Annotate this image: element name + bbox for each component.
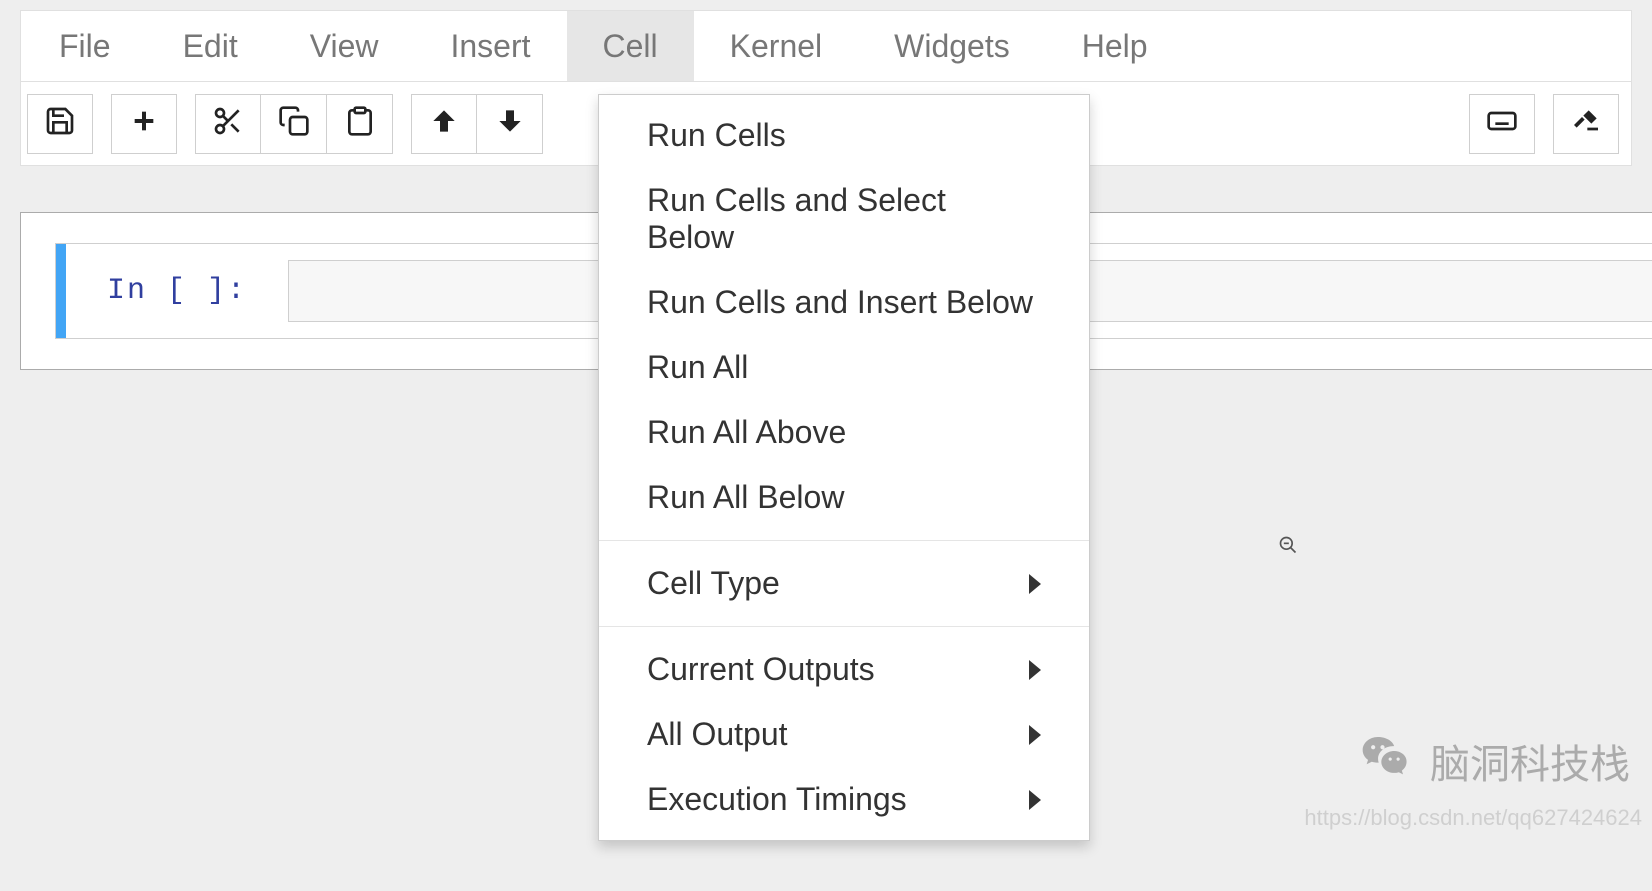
menu-run-all-below[interactable]: Run All Below (599, 465, 1089, 530)
menu-cell-type[interactable]: Cell Type (599, 551, 1089, 616)
watermark-text: 脑洞科技栈 (1430, 732, 1630, 790)
watermark-url: https://blog.csdn.net/qq627424624 (1304, 805, 1642, 831)
command-palette-button[interactable] (1469, 94, 1535, 154)
menu-cell[interactable]: Cell (567, 11, 694, 81)
toolbar-group-save (27, 94, 93, 154)
menu-run-all-above[interactable]: Run All Above (599, 400, 1089, 465)
menubar: File Edit View Insert Cell Kernel Widget… (20, 10, 1632, 82)
cell-prompt: In [ ]: (66, 244, 288, 338)
gavel-icon (1570, 105, 1602, 142)
menu-divider (599, 626, 1089, 627)
paste-icon (344, 105, 376, 142)
chevron-right-icon (1029, 660, 1041, 680)
menu-edit[interactable]: Edit (147, 11, 274, 81)
menu-help[interactable]: Help (1046, 11, 1184, 81)
toolbar-group-right2 (1553, 94, 1619, 154)
menu-run-cells-insert-below[interactable]: Run Cells and Insert Below (599, 270, 1089, 335)
toolbar-group-clipboard (195, 94, 393, 154)
menu-run-all[interactable]: Run All (599, 335, 1089, 400)
zoom-out-cursor-icon (1278, 535, 1298, 560)
add-cell-button[interactable] (111, 94, 177, 154)
plus-icon (128, 105, 160, 142)
toolbar-group-right1 (1469, 94, 1535, 154)
cell-dropdown-menu: Run Cells Run Cells and Select Below Run… (598, 94, 1090, 841)
gavel-button[interactable] (1553, 94, 1619, 154)
menu-execution-timings[interactable]: Execution Timings (599, 767, 1089, 832)
menu-run-cells[interactable]: Run Cells (599, 103, 1089, 168)
menu-divider (599, 540, 1089, 541)
arrow-down-icon (494, 105, 526, 142)
cut-button[interactable] (195, 94, 261, 154)
menu-insert[interactable]: Insert (414, 11, 566, 81)
move-down-button[interactable] (477, 94, 543, 154)
arrow-up-icon (428, 105, 460, 142)
move-up-button[interactable] (411, 94, 477, 154)
watermark: 脑洞科技栈 (1358, 730, 1630, 791)
copy-button[interactable] (261, 94, 327, 154)
paste-button[interactable] (327, 94, 393, 154)
menu-run-cells-select-below[interactable]: Run Cells and Select Below (599, 168, 1089, 270)
copy-icon (278, 105, 310, 142)
wechat-icon (1358, 730, 1414, 791)
cell-selection-indicator (56, 244, 66, 338)
jupyter-notebook-app: File Edit View Insert Cell Kernel Widget… (0, 10, 1652, 891)
menu-all-output[interactable]: All Output (599, 702, 1089, 767)
menu-kernel[interactable]: Kernel (694, 11, 859, 81)
chevron-right-icon (1029, 790, 1041, 810)
menu-current-outputs[interactable]: Current Outputs (599, 637, 1089, 702)
toolbar-group-add (111, 94, 177, 154)
chevron-right-icon (1029, 574, 1041, 594)
menu-widgets[interactable]: Widgets (858, 11, 1046, 81)
chevron-right-icon (1029, 725, 1041, 745)
save-icon (44, 105, 76, 142)
menu-view[interactable]: View (274, 11, 415, 81)
toolbar-group-move (411, 94, 543, 154)
keyboard-icon (1486, 105, 1518, 142)
menu-file[interactable]: File (21, 11, 147, 81)
save-button[interactable] (27, 94, 93, 154)
scissors-icon (212, 105, 244, 142)
